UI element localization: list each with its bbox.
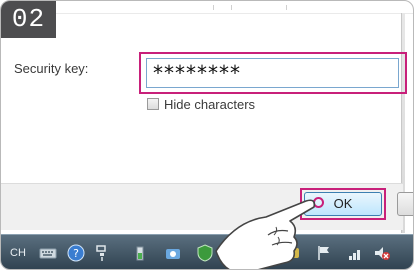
hide-characters-checkbox[interactable] — [147, 98, 159, 110]
illustration-frame: 02 Security key: ******** Hide character… — [0, 0, 414, 270]
pen-icon[interactable] — [94, 244, 112, 262]
battery-icon[interactable] — [131, 244, 149, 262]
pointing-hand-icon — [215, 199, 316, 269]
hide-characters-label: Hide characters — [164, 96, 256, 112]
volume-muted-icon[interactable] — [373, 244, 391, 262]
background-window-strip — [56, 1, 413, 14]
step-badge: 02 — [1, 1, 56, 38]
keyboard-icon[interactable] — [39, 244, 57, 262]
security-key-input[interactable]: ******** — [146, 58, 399, 88]
svg-text:?: ? — [73, 247, 79, 260]
hide-characters-row[interactable]: Hide characters — [147, 96, 255, 112]
wifi-icon[interactable] — [347, 244, 365, 262]
app-icon[interactable] — [164, 244, 182, 262]
security-key-label: Security key: — [14, 61, 89, 76]
help-icon[interactable]: ? — [67, 244, 85, 262]
cancel-button[interactable] — [397, 192, 413, 216]
language-indicator[interactable]: CH — [10, 247, 26, 259]
